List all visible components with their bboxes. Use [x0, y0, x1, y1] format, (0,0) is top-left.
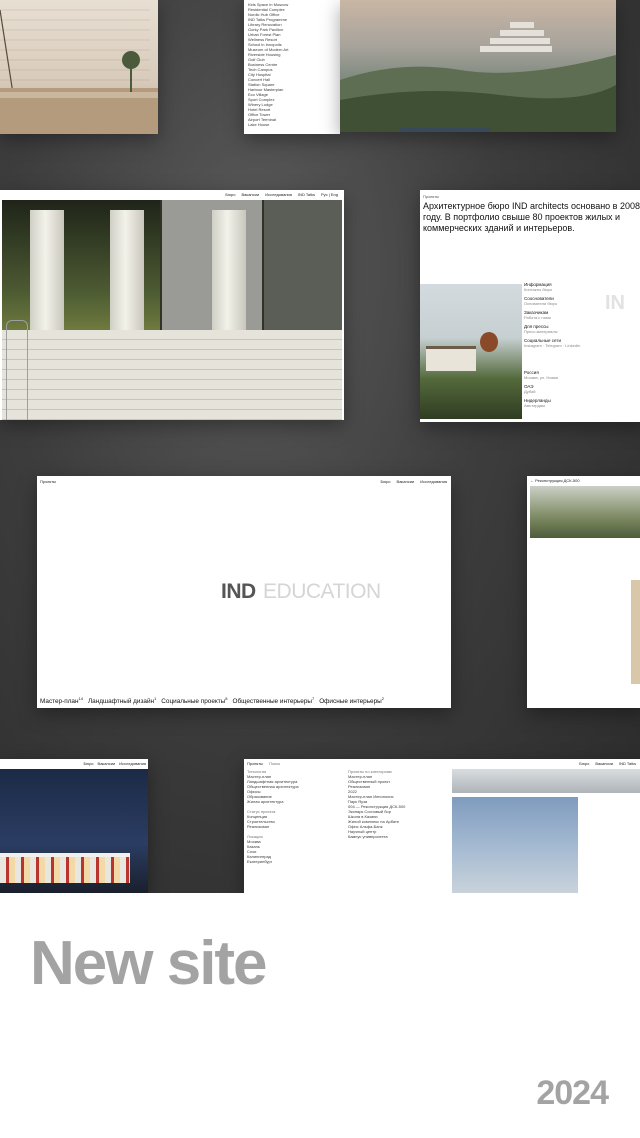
about-page[interactable]: Проекты Архитектурное бюро IND architect…: [420, 190, 640, 422]
edu-nav-research[interactable]: Исследования: [420, 479, 447, 484]
info-value[interactable]: Работа с нами: [524, 315, 584, 320]
category-count: 14: [78, 695, 83, 701]
category-filter-item[interactable]: Социальные проекты8: [161, 696, 227, 705]
logo-education: EDUCATION: [263, 580, 381, 603]
info-value[interactable]: Дубай: [524, 389, 584, 394]
nav-projects[interactable]: Проекты: [40, 479, 56, 484]
info-block: Информация Контакты бюро: [524, 282, 584, 292]
shade-structure-thumbnail[interactable]: [0, 0, 158, 134]
language-switch[interactable]: Рус | Eng: [321, 192, 338, 197]
category-filter-item[interactable]: Мастер-план14: [40, 696, 83, 705]
nav-item-vacancies[interactable]: Вакансии: [241, 192, 259, 197]
project-title: Реконструкция ДСК-500: [535, 478, 580, 483]
project-list: Kids Space in Moscow Residential Complex N…: [244, 0, 340, 129]
results-list: Проекты по категориям Мастер-план Обществ…: [348, 769, 448, 839]
list-item[interactable]: Lake House: [248, 122, 336, 127]
colonnade-project-page[interactable]: Бюро Вакансии Исследования IND Talks Рус…: [0, 190, 344, 420]
info-block: Для прессы Пресс-материалы: [524, 324, 584, 334]
edu-nav-bureau[interactable]: Бюро: [380, 479, 390, 484]
ind-wordmark: IND EDUCATION: [221, 580, 381, 604]
night-nav-vacancies[interactable]: Вакансии: [98, 761, 116, 766]
result-item[interactable]: Кампус университета: [348, 834, 448, 839]
info-block: Россия Москва, ул. Новая: [524, 370, 584, 380]
landscape-image: [530, 486, 640, 538]
interior-image-fragment: [631, 580, 640, 684]
info-block: ОАЭ Дубай: [524, 384, 584, 394]
proj-nav: Бюро Вакансии IND Talks: [579, 761, 636, 766]
info-block: Социальные сети Instagram · Telegram · Li…: [524, 338, 584, 348]
proj-tabs: Проекты Поиск: [247, 761, 280, 766]
info-value[interactable]: Контакты бюро: [524, 287, 584, 292]
night-nav-bureau[interactable]: Бюро: [83, 761, 93, 766]
category-name: Ландшафтный дизайн: [87, 698, 155, 705]
edu-nav-vacancies[interactable]: Вакансии: [397, 479, 415, 484]
filter-spacer: [247, 864, 343, 869]
category-filter-item[interactable]: Общественные интерьеры7: [233, 696, 315, 705]
category-filter-bar: Мастер-план14 Ландшафтный дизайн1 Социальн…: [40, 696, 384, 705]
category-filter-item[interactable]: Офисные интерьеры2: [319, 696, 384, 705]
night-pavilion-page[interactable]: Бюро Вакансии Исследования: [0, 759, 148, 893]
project-list-thumbnail[interactable]: Kids Space in Moscow Residential Complex N…: [244, 0, 340, 134]
headline: New site: [30, 929, 268, 998]
proj-nav-vacancies[interactable]: Вакансии: [595, 761, 613, 766]
category-name: Социальные проекты: [161, 698, 226, 705]
category-name: Мастер-план: [40, 698, 79, 705]
info-value[interactable]: Основатели бюро: [524, 301, 584, 306]
filter-sidebar: Типология Мастер-план Ландшафтная архитект…: [247, 769, 343, 869]
villa-image: [420, 284, 522, 419]
nav-item-talks[interactable]: IND Talks: [298, 192, 315, 197]
info-block: Заказчикам Работа с нами: [524, 310, 584, 320]
breadcrumb[interactable]: Проекты: [423, 194, 439, 199]
category-filter-item[interactable]: Ландшафтный дизайн1: [88, 696, 156, 705]
reconstruction-project-page[interactable]: ← Реконструкция ДСК-500: [527, 476, 640, 708]
category-count: 1: [154, 695, 157, 701]
showcase-stage: Kids Space in Moscow Residential Complex N…: [0, 0, 640, 893]
info-block: Нидерланды Амстердам: [524, 398, 584, 408]
category-count: 8: [225, 695, 228, 701]
category-count: 2: [381, 695, 384, 701]
hillside-residence-thumbnail[interactable]: [340, 0, 616, 132]
back-arrow-icon[interactable]: ←: [530, 478, 534, 483]
nav-item-research[interactable]: Исследования: [265, 192, 292, 197]
edu-nav: Бюро Вакансии Исследования: [380, 479, 447, 484]
year-label: 2024: [536, 1074, 609, 1112]
education-landing-page[interactable]: Проекты Бюро Вакансии Исследования IND E…: [37, 476, 451, 708]
info-value[interactable]: Москва, ул. Новая: [524, 375, 584, 380]
info-value[interactable]: Instagram · Telegram · LinkedIn: [524, 343, 584, 348]
nav-item-bureau[interactable]: Бюро: [225, 192, 235, 197]
night-nav: Бюро Вакансии Исследования: [83, 761, 146, 766]
night-pavilion-image: [0, 769, 148, 893]
info-value[interactable]: Амстердам: [524, 403, 584, 408]
night-nav-research[interactable]: Исследования: [119, 761, 146, 766]
tab-projects[interactable]: Проекты: [247, 761, 263, 766]
logo-ind: IND: [221, 580, 256, 603]
faded-logo-mark: IN: [605, 292, 625, 314]
about-info-list: Информация Контакты бюро Сооснователи Основ…: [524, 282, 584, 412]
sky-image: [452, 797, 578, 893]
category-count: 7: [311, 695, 315, 701]
projects-filter-page[interactable]: Проекты Поиск Бюро Вакансии IND Talks Ти…: [244, 759, 640, 893]
info-block: Сооснователи Основатели бюро: [524, 296, 584, 306]
site-nav: Бюро Вакансии Исследования IND Talks Рус…: [225, 192, 338, 197]
hillside-image: [340, 22, 616, 132]
proj-nav-talks[interactable]: IND Talks: [619, 761, 636, 766]
category-name: Офисные интерьеры: [319, 698, 382, 705]
colonnade-image: [2, 200, 342, 420]
category-name: Общественные интерьеры: [232, 698, 312, 705]
projects-link[interactable]: Проекты: [40, 479, 56, 484]
info-value[interactable]: Пресс-материалы: [524, 329, 584, 334]
about-intro-text: Архитектурное бюро IND architects основа…: [423, 201, 640, 233]
project-breadcrumb[interactable]: ← Реконструкция ДСК-500: [530, 478, 580, 483]
pool-image: [452, 769, 640, 793]
shade-structure-image: [0, 9, 158, 134]
tab-search[interactable]: Поиск: [269, 761, 280, 766]
proj-nav-bureau[interactable]: Бюро: [579, 761, 589, 766]
